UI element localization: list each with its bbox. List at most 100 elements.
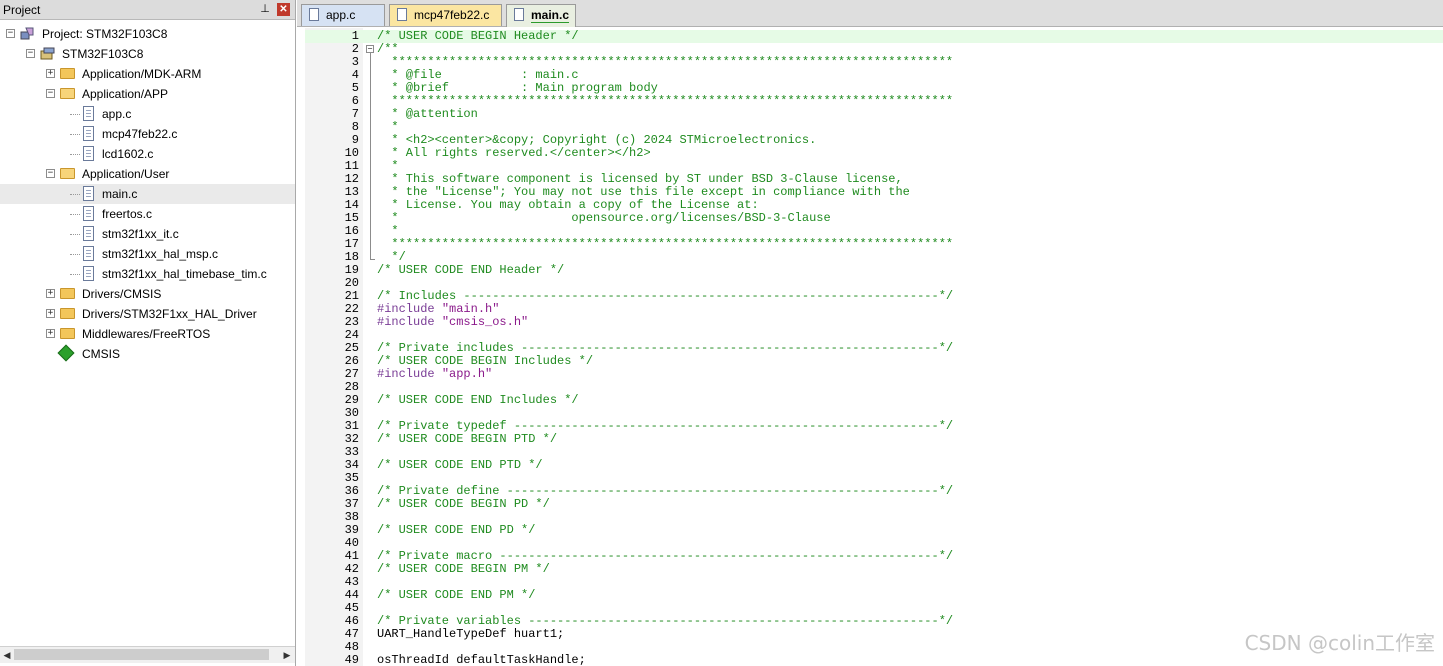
horizontal-scrollbar[interactable]: ◀ ▶: [0, 646, 295, 663]
line-number: 8: [351, 120, 359, 134]
tree-item-label: mcp47feb22.c: [102, 127, 178, 141]
target-icon: [40, 47, 56, 61]
tree-item[interactable]: − Application/APP: [0, 84, 295, 104]
code-line[interactable]: 10 * All rights reserved.</center></h2>: [305, 147, 1443, 160]
string-literal: "main.h": [441, 302, 500, 316]
tree-item-label: Application/APP: [82, 87, 169, 101]
tree-item[interactable]: stm32f1xx_hal_timebase_tim.c: [0, 264, 295, 284]
tree-item-label: stm32f1xx_hal_timebase_tim.c: [102, 267, 267, 281]
folder-icon: [60, 288, 75, 299]
code-text: /* USER CODE BEGIN PM */: [377, 562, 550, 576]
project-pane-header: Project ⊥ ✕: [0, 0, 295, 20]
line-number: 6: [351, 94, 359, 108]
tree-item[interactable]: − Application/User: [0, 164, 295, 184]
collapse-icon[interactable]: −: [6, 29, 15, 38]
close-icon[interactable]: ✕: [277, 3, 290, 16]
code-text: osThreadId defaultTaskHandle;: [377, 653, 586, 666]
code-line[interactable]: 19/* USER CODE END Header */: [305, 264, 1443, 277]
code-text: /* USER CODE BEGIN Header */: [377, 29, 579, 43]
tree-item-label: stm32f1xx_it.c: [102, 227, 179, 241]
tree-item[interactable]: − STM32F103C8: [0, 44, 295, 64]
code-line[interactable]: 23 #include "cmsis_os.h": [305, 316, 1443, 329]
scrollbar-thumb[interactable]: [14, 649, 269, 660]
code-line[interactable]: 34/* USER CODE END PTD */: [305, 459, 1443, 472]
file-icon: [397, 8, 407, 21]
code-text: * All rights reserved.</center></h2>: [377, 146, 651, 160]
expand-icon[interactable]: +: [46, 289, 55, 298]
tree-item-label: Application/MDK-ARM: [82, 67, 202, 81]
expand-icon[interactable]: +: [46, 329, 55, 338]
tree-item[interactable]: − Project: STM32F103C8: [0, 24, 295, 44]
watermark: CSDN @colin工作室: [1244, 631, 1435, 655]
code-line[interactable]: 39/* USER CODE END PD */: [305, 524, 1443, 537]
tree-item[interactable]: + Middlewares/FreeRTOS: [0, 324, 295, 344]
tab-main-c[interactable]: main.c: [506, 4, 576, 27]
tree-item[interactable]: app.c: [0, 104, 295, 124]
tree-item[interactable]: freertos.c: [0, 204, 295, 224]
tab-label: mcp47feb22.c: [414, 8, 490, 22]
tree-connector: [70, 134, 80, 135]
tree-item[interactable]: + Drivers/STM32F1xx_HAL_Driver: [0, 304, 295, 324]
tree-item[interactable]: stm32f1xx_it.c: [0, 224, 295, 244]
line-number: 1: [351, 29, 359, 43]
tree-item[interactable]: stm32f1xx_hal_msp.c: [0, 244, 295, 264]
file-icon: [83, 226, 94, 241]
code-text: ****************************************…: [377, 237, 954, 251]
code-line[interactable]: 1 /* USER CODE BEGIN Header */: [305, 30, 1443, 43]
file-icon: [83, 186, 94, 201]
tab-label: main.c: [531, 8, 570, 22]
code-text: /* USER CODE BEGIN PTD */: [377, 432, 558, 446]
code-text: /* USER CODE END Includes */: [377, 393, 579, 407]
line-number: 2: [351, 42, 359, 56]
code-text: #include "app.h": [377, 368, 492, 381]
file-icon: [514, 8, 524, 21]
line-number: 3: [351, 55, 359, 69]
collapse-icon[interactable]: −: [26, 49, 35, 58]
code-line[interactable]: 15 * opensource.org/licenses/BSD-3-Claus…: [305, 212, 1443, 225]
tree-item[interactable]: main.c: [0, 184, 295, 204]
code-line[interactable]: 32/* USER CODE BEGIN PTD */: [305, 433, 1443, 446]
tree-item-label: Project: STM32F103C8: [42, 27, 168, 41]
tree-connector: [70, 274, 80, 275]
code-line[interactable]: 29/* USER CODE END Includes */: [305, 394, 1443, 407]
expand-icon[interactable]: +: [46, 69, 55, 78]
string-literal: "app.h": [441, 367, 493, 381]
preprocessor-directive: #include: [377, 367, 442, 381]
scroll-right-icon[interactable]: ▶: [281, 649, 293, 661]
tab-label: app.c: [326, 8, 356, 22]
code-line[interactable]: 7 * @attention: [305, 108, 1443, 121]
editor-tab-bar: app.c mcp47feb22.c main.c: [297, 0, 1443, 27]
tree-item[interactable]: + Application/MDK-ARM: [0, 64, 295, 84]
tree-item[interactable]: CMSIS: [0, 344, 295, 364]
code-line[interactable]: 37/* USER CODE BEGIN PD */: [305, 498, 1443, 511]
tab-mcp47feb22-c[interactable]: mcp47feb22.c: [389, 4, 502, 26]
scroll-left-icon[interactable]: ◀: [1, 649, 13, 661]
line-number: 5: [351, 81, 359, 95]
tree-item-label: main.c: [102, 187, 138, 201]
tree-connector: [70, 154, 80, 155]
code-text: /* USER CODE END PTD */: [377, 458, 543, 472]
tree-item-label: STM32F103C8: [62, 47, 144, 61]
tree-item[interactable]: + Drivers/CMSIS: [0, 284, 295, 304]
code-line[interactable]: 17 *************************************…: [305, 238, 1443, 251]
code-text: #include "cmsis_os.h": [377, 316, 528, 329]
collapse-icon[interactable]: −: [46, 89, 55, 98]
tree-item-label: app.c: [102, 107, 132, 121]
tree-item-label: lcd1602.c: [102, 147, 154, 161]
code-text: * opensource.org/licenses/BSD-3-Clause: [377, 211, 831, 225]
tree-connector: [70, 254, 80, 255]
code-line[interactable]: 44/* USER CODE END PM */: [305, 589, 1443, 602]
pin-icon[interactable]: ⊥: [258, 3, 272, 16]
tree-item[interactable]: mcp47feb22.c: [0, 124, 295, 144]
collapse-icon[interactable]: −: [46, 169, 55, 178]
tree-item[interactable]: lcd1602.c: [0, 144, 295, 164]
file-icon: [83, 246, 94, 261]
tree-item-label: stm32f1xx_hal_msp.c: [102, 247, 219, 261]
code-line[interactable]: 42/* USER CODE BEGIN PM */: [305, 563, 1443, 576]
expand-icon[interactable]: +: [46, 309, 55, 318]
tree-connector: [70, 194, 80, 195]
code-editor[interactable]: − 1/* USER CODE BEGIN Header */2/** 3 ***…: [305, 28, 1443, 666]
cmsis-icon: [57, 344, 75, 362]
tab-app-c[interactable]: app.c: [301, 4, 385, 26]
code-line[interactable]: 27 #include "app.h": [305, 368, 1443, 381]
